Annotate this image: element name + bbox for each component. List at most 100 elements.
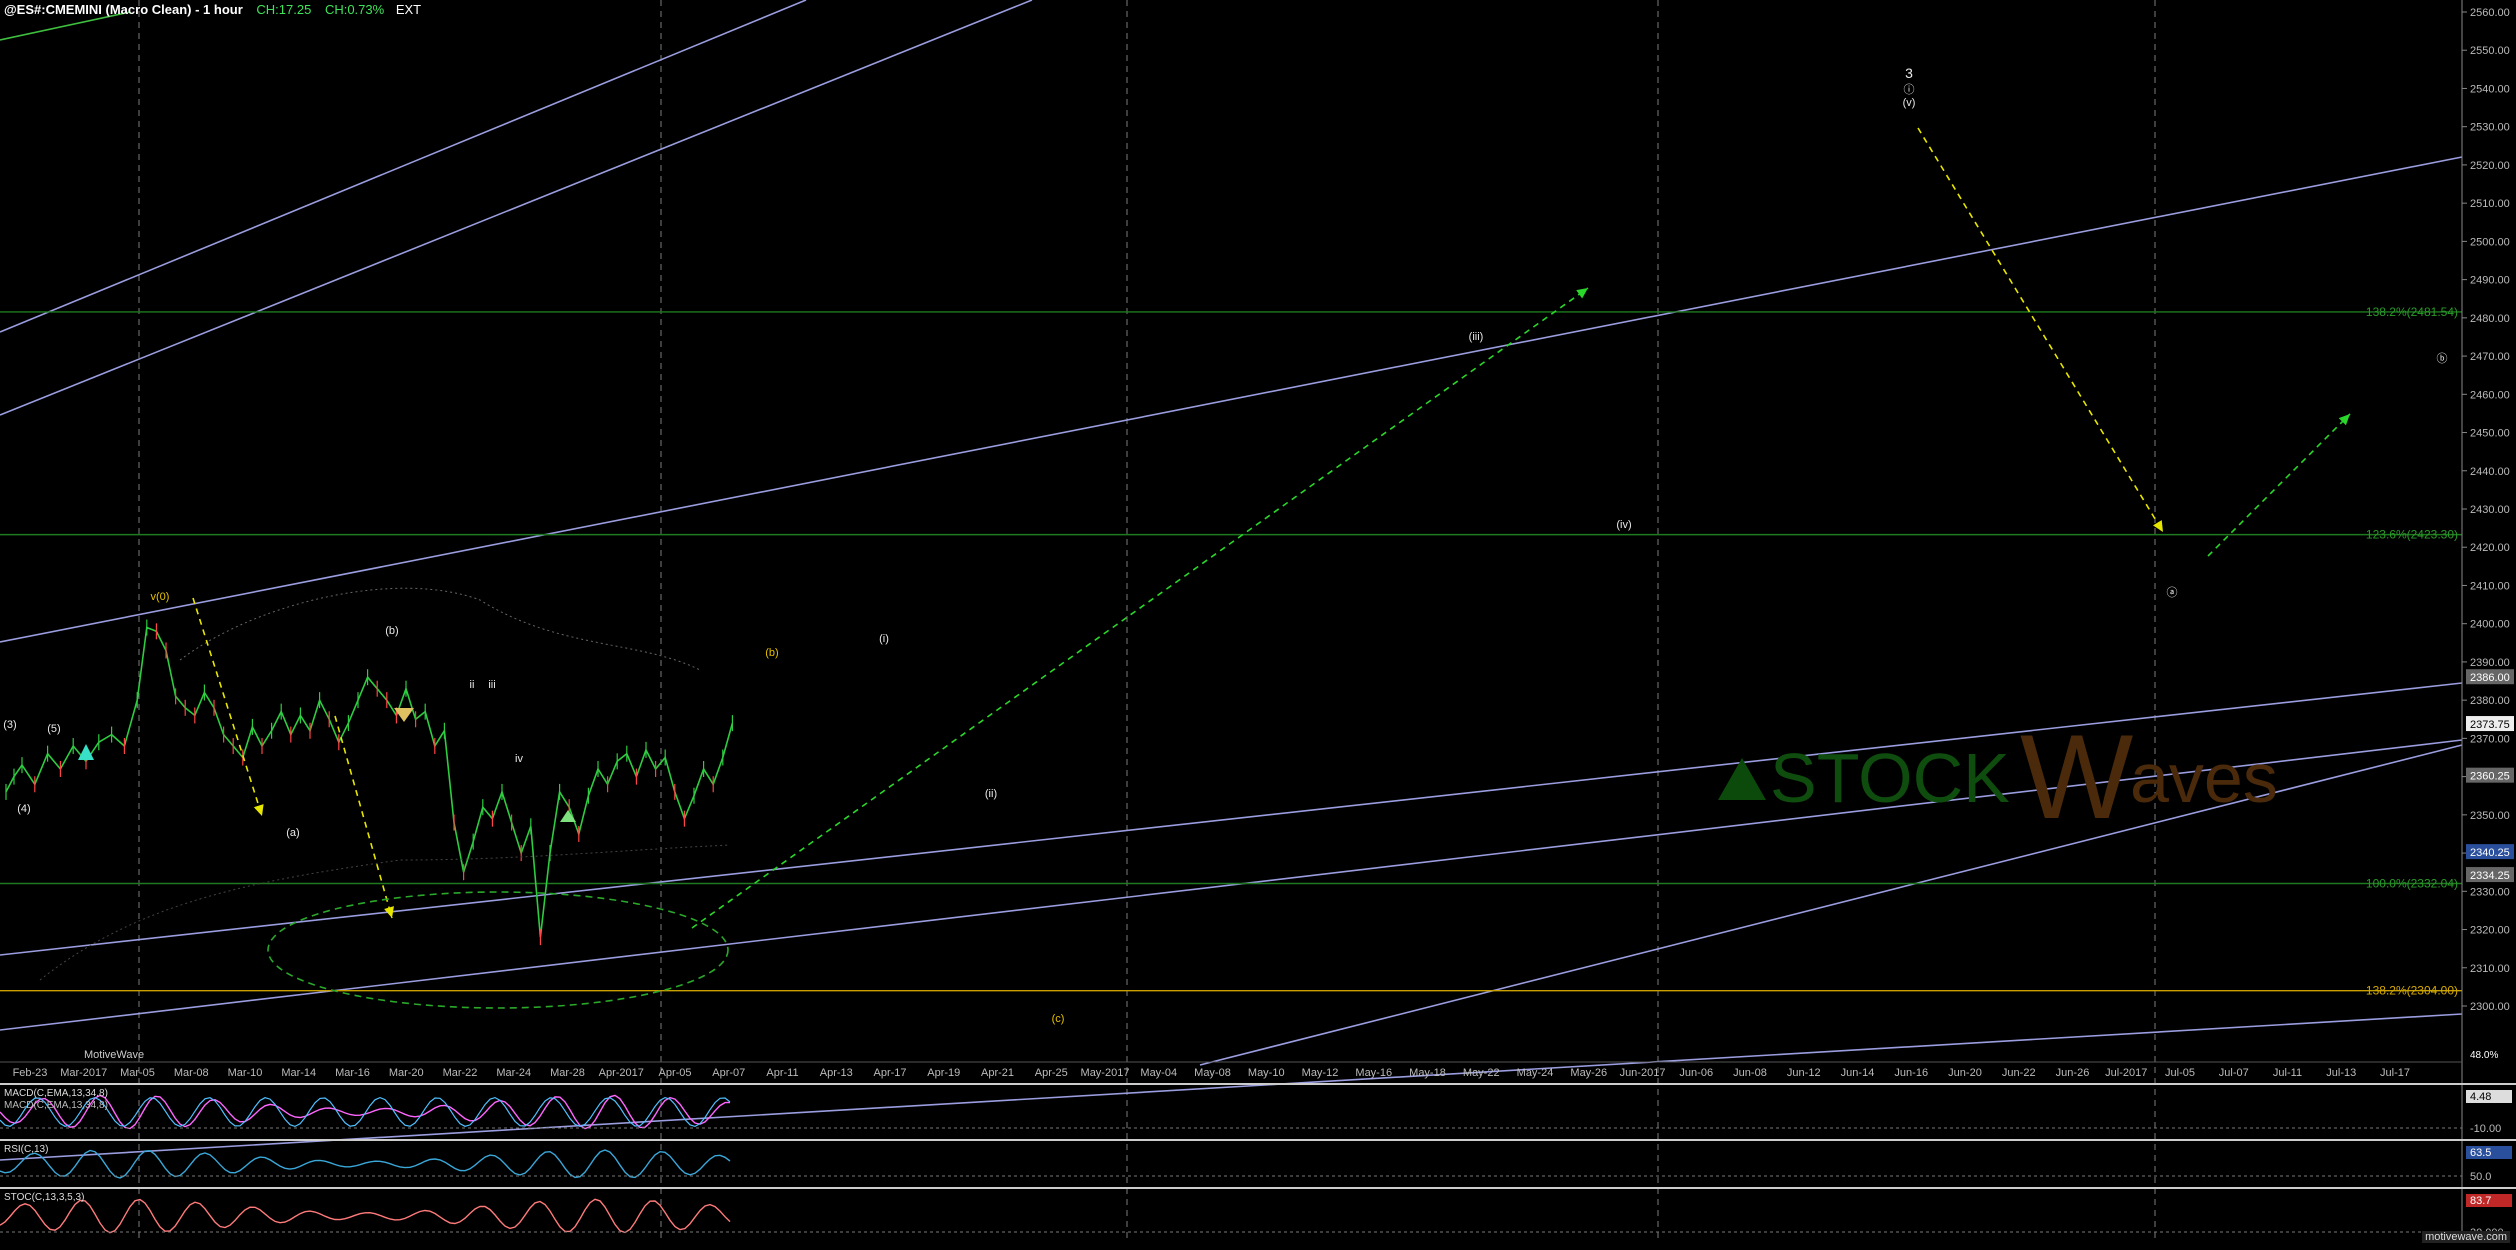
time-label-39: Jul-2017 xyxy=(2105,1067,2147,1079)
time-label-21: May-04 xyxy=(1140,1067,1177,1079)
time-label-27: May-22 xyxy=(1463,1067,1500,1079)
time-label-44: Jul-17 xyxy=(2380,1067,2410,1079)
price-tag-3: 2340.25 xyxy=(2470,847,2510,859)
symbol-title: @ES#:CMEMINI (Macro Clean) - 1 hour xyxy=(4,2,243,17)
wave-label-10: ⓑ xyxy=(2437,352,2448,365)
wave-label-6: (ii) xyxy=(985,788,997,800)
time-label-2: Mar-05 xyxy=(120,1067,155,1079)
price-chart[interactable]: 138.2%(2481.54) 123.6%(2423.30) 100.0%(233… xyxy=(0,0,2516,1245)
panel-subtitle-0: MACD(C,EMA,13,34,8) xyxy=(4,1100,108,1111)
panel-low-0: -10.00 xyxy=(2470,1123,2501,1135)
price-tick-label-2: 2320.00 xyxy=(2470,925,2510,937)
price-tag-0: 2386.00 xyxy=(2470,672,2510,684)
wave-label-11: (b) xyxy=(385,625,398,637)
time-label-17: Apr-19 xyxy=(927,1067,960,1079)
panel-tag-0: 4.48 xyxy=(2470,1091,2491,1103)
price-tag-1: 2373.75 xyxy=(2470,719,2510,731)
time-label-28: May-24 xyxy=(1517,1067,1554,1079)
time-label-23: May-10 xyxy=(1248,1067,1285,1079)
panel-tag-1: 63.5 xyxy=(2470,1147,2491,1159)
time-label-29: May-26 xyxy=(1570,1067,1607,1079)
wave-label-4: (iv) xyxy=(1616,519,1631,531)
time-label-30: Jun-2017 xyxy=(1620,1067,1666,1079)
brand-footer: motivewave.com xyxy=(2422,1231,2510,1243)
wave-label-17: (4) xyxy=(17,803,30,815)
wave-label-15: iv xyxy=(515,753,523,765)
wave-label-3: (iii) xyxy=(1469,331,1484,343)
panel-low-1: 50.0 xyxy=(2470,1171,2491,1183)
wave-label-12: v(0) xyxy=(151,591,170,603)
wave-label-0: 3 xyxy=(1905,65,1913,81)
fib-label-3: 138.2%(2304.00) xyxy=(2366,984,2458,998)
time-label-0: Feb-23 xyxy=(13,1067,48,1079)
panel-title-2: STOC(C,13,3,5,3) xyxy=(4,1192,84,1203)
wave-label-9: ⓐ xyxy=(2167,586,2178,599)
wave-label-1: ⓘ xyxy=(1904,83,1915,96)
session-badge: EXT xyxy=(395,2,422,17)
price-tick-label-16: 2460.00 xyxy=(2470,389,2510,401)
time-label-10: Mar-28 xyxy=(550,1067,585,1079)
time-label-8: Mar-22 xyxy=(443,1067,478,1079)
study-name: MotiveWave xyxy=(84,1049,144,1061)
time-label-18: Apr-21 xyxy=(981,1067,1014,1079)
chart-window[interactable]: 138.2%(2481.54) 123.6%(2423.30) 100.0%(233… xyxy=(0,0,2516,1245)
price-tick-label-24: 2540.00 xyxy=(2470,83,2510,95)
price-tick-label-9: 2390.00 xyxy=(2470,657,2510,669)
price-tick-label-10: 2400.00 xyxy=(2470,619,2510,631)
time-label-43: Jul-13 xyxy=(2326,1067,2356,1079)
price-tick-label-3: 2330.00 xyxy=(2470,886,2510,898)
price-tick-label-23: 2530.00 xyxy=(2470,122,2510,134)
fib-label-0: 138.2%(2481.54) xyxy=(2366,305,2458,319)
time-label-16: Apr-17 xyxy=(873,1067,906,1079)
time-label-7: Mar-20 xyxy=(389,1067,424,1079)
price-tick-label-20: 2500.00 xyxy=(2470,236,2510,248)
last-axis-value: 48.0% xyxy=(2470,1050,2498,1061)
panel-title-1: RSI(C,13) xyxy=(4,1144,48,1155)
price-tick-label-26: 2560.00 xyxy=(2470,7,2510,19)
price-tag-2: 2360.25 xyxy=(2470,771,2510,783)
price-tag-4: 2334.25 xyxy=(2470,870,2510,882)
fib-label-1: 123.6%(2423.30) xyxy=(2366,528,2458,542)
price-tick-label-5: 2350.00 xyxy=(2470,810,2510,822)
time-label-33: Jun-12 xyxy=(1787,1067,1821,1079)
wave-label-13: iii xyxy=(488,679,495,691)
price-tick-label-8: 2380.00 xyxy=(2470,695,2510,707)
price-tick-label-25: 2550.00 xyxy=(2470,45,2510,57)
time-label-1: Mar-2017 xyxy=(60,1067,107,1079)
time-label-42: Jul-11 xyxy=(2273,1067,2302,1079)
time-label-15: Apr-13 xyxy=(820,1067,853,1079)
price-tick-label-14: 2440.00 xyxy=(2470,466,2510,478)
time-label-3: Mar-08 xyxy=(174,1067,209,1079)
price-tick-label-11: 2410.00 xyxy=(2470,580,2510,592)
time-label-6: Mar-16 xyxy=(335,1067,370,1079)
watermark-text-right: aves xyxy=(2130,739,2278,817)
price-tick-label-18: 2480.00 xyxy=(2470,313,2510,325)
time-label-5: Mar-14 xyxy=(281,1067,316,1079)
time-label-20: May-2017 xyxy=(1081,1067,1130,1079)
time-label-36: Jun-20 xyxy=(1948,1067,1982,1079)
price-tick-label-1: 2310.00 xyxy=(2470,963,2510,975)
time-label-25: May-16 xyxy=(1355,1067,1392,1079)
price-tick-label-19: 2490.00 xyxy=(2470,275,2510,287)
wave-label-19: (3) xyxy=(3,719,16,731)
chart-header: @ES#:CMEMINI (Macro Clean) - 1 hour CH:1… xyxy=(4,2,421,17)
wave-label-18: (5) xyxy=(47,723,60,735)
price-tick-label-17: 2470.00 xyxy=(2470,351,2510,363)
watermark-text-left: STOCK xyxy=(1770,739,2010,817)
change-value: CH:17.25 xyxy=(256,2,312,17)
watermark-text-w: W xyxy=(2020,710,2133,844)
panel-title-0: MACD(C,EMA,13,34,8) xyxy=(4,1088,108,1099)
change-percent: CH:0.73% xyxy=(324,2,385,17)
wave-label-2: (v) xyxy=(1903,97,1916,109)
price-tick-label-13: 2430.00 xyxy=(2470,504,2510,516)
time-label-35: Jun-16 xyxy=(1894,1067,1928,1079)
fib-label-2: 100.0%(2332.04) xyxy=(2366,877,2458,891)
time-label-31: Jun-06 xyxy=(1679,1067,1713,1079)
wave-label-16: (a) xyxy=(286,827,299,839)
time-label-24: May-12 xyxy=(1302,1067,1339,1079)
wave-label-8: (c) xyxy=(1052,1013,1065,1025)
price-tick-label-12: 2420.00 xyxy=(2470,542,2510,554)
wave-label-5: (i) xyxy=(879,633,889,645)
time-label-34: Jun-14 xyxy=(1841,1067,1875,1079)
time-label-13: Apr-07 xyxy=(712,1067,745,1079)
